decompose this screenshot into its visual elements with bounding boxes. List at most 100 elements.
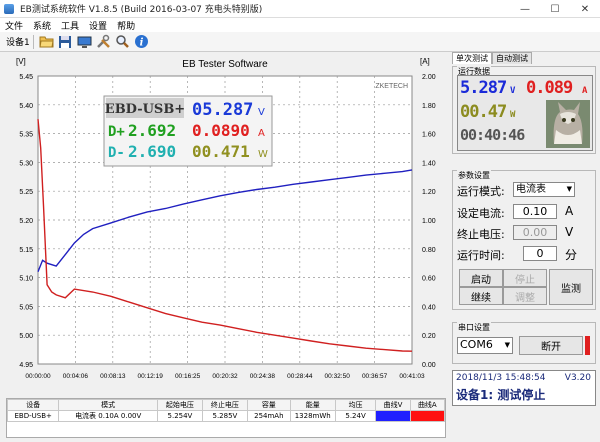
- right-tick-label: 0.20: [422, 333, 436, 340]
- maximize-icon[interactable]: ☐: [540, 0, 570, 18]
- x-tick-label: 00:16:25: [175, 373, 201, 380]
- display-voltage-value: 05.287: [192, 100, 253, 120]
- right-unit-label: [A]: [420, 57, 430, 66]
- x-tick-label: 00:20:32: [212, 373, 238, 380]
- col-header-capacity: 容量: [246, 399, 291, 411]
- info-icon[interactable]: i: [133, 33, 150, 50]
- table-row[interactable]: EBD-USB+ 电流表 0.10A 0.00V 5.254V 5.285V 2…: [6, 410, 446, 422]
- table-header-row: 设备 模式 起始电压 终止电压 容量 能量 均压 曲线V 曲线A: [6, 399, 446, 411]
- results-table: 设备 模式 起始电压 终止电压 容量 能量 均压 曲线V 曲线A EBD-USB…: [6, 398, 446, 438]
- port-settings-group: 串口设置 COM6 ▼ 断开: [452, 322, 596, 364]
- x-tick-label: 00:12:19: [138, 373, 164, 380]
- menu-tools[interactable]: 工具: [56, 19, 84, 32]
- display-current-unit: A: [258, 128, 265, 139]
- col-header-end-voltage: 终止电压: [201, 399, 248, 411]
- left-tick-label: 5.40: [19, 103, 33, 110]
- lcd-current: 0.089: [526, 78, 573, 98]
- mode-select-value: 电流表: [516, 184, 546, 195]
- save-icon[interactable]: [57, 33, 74, 50]
- folder-open-icon[interactable]: [38, 33, 55, 50]
- left-unit-label: [V]: [16, 57, 26, 66]
- cat-photo: [546, 100, 590, 148]
- cell-start-voltage: 5.254V: [156, 410, 203, 422]
- left-tick-label: 5.15: [19, 247, 33, 254]
- cell-avg-voltage: 5.24V: [334, 410, 377, 422]
- col-header-avg-voltage: 均压: [334, 399, 377, 411]
- right-tick-label: 1.20: [422, 189, 436, 196]
- right-tick-label: 1.40: [422, 160, 436, 167]
- lcd-voltage: 5.287: [460, 78, 507, 98]
- disconnect-button[interactable]: 断开: [519, 336, 583, 355]
- x-tick-label: 00:08:13: [100, 373, 126, 380]
- display-current-value: 0.0890: [192, 121, 250, 140]
- lcd-elapsed-time: 00:40:46: [460, 126, 525, 144]
- lcd-panel: 5.287 V 0.089 A 00.47 W 00:40:46: [457, 75, 593, 151]
- right-panel: 单次测试 自动测试 运行数据 5.287 V 0.089 A 00.47 W 0…: [448, 52, 600, 442]
- status-text: 设备1: 测试停止: [456, 388, 546, 402]
- tools-icon[interactable]: [95, 33, 112, 50]
- lcd-current-unit: A: [582, 86, 588, 96]
- left-tick-label: 5.20: [19, 218, 33, 225]
- continue-button[interactable]: 继续: [459, 287, 503, 305]
- mode-select[interactable]: 电流表 ▼: [513, 182, 575, 197]
- toolbar: 设备1 i: [0, 32, 600, 52]
- cell-end-voltage: 5.285V: [201, 410, 248, 422]
- run-time-input[interactable]: 0: [523, 246, 557, 261]
- left-tick-label: 5.45: [19, 74, 33, 81]
- menu-file[interactable]: 文件: [0, 19, 28, 32]
- tab-auto-test[interactable]: 自动测试: [492, 52, 532, 64]
- right-tick-label: 0.40: [422, 304, 436, 311]
- menu-help[interactable]: 帮助: [112, 19, 140, 32]
- monitor-icon[interactable]: [76, 33, 93, 50]
- stop-button[interactable]: 停止: [503, 269, 547, 287]
- right-tick-label: 0.80: [422, 247, 436, 254]
- monitor-button[interactable]: 监测: [549, 269, 593, 305]
- lcd-voltage-unit: V: [510, 86, 516, 96]
- right-tick-label: 0.60: [422, 276, 436, 283]
- curve-v-color-swatch[interactable]: [375, 410, 411, 422]
- watermark-text: ZKETECH: [375, 83, 408, 90]
- mode-label: 运行模式:: [457, 185, 505, 198]
- chevron-down-icon: ▼: [566, 185, 572, 193]
- display-voltage-unit: V: [258, 107, 265, 118]
- cell-mode: 电流表 0.10A 0.00V: [58, 410, 158, 422]
- voltage-current-chart: EB Tester Software [V] [A] ZKETECH 5.45 2…: [16, 57, 436, 380]
- left-tick-label: 5.35: [19, 132, 33, 139]
- connection-indicator: [585, 336, 590, 355]
- display-dplus-label: D+: [108, 124, 125, 140]
- menu-settings[interactable]: 设置: [84, 19, 112, 32]
- window-title: EB测试系统软件 V1.8.5 (Build 2016-03-07 充电头特别版…: [20, 5, 263, 15]
- port-select[interactable]: COM6 ▼: [457, 337, 513, 354]
- end-voltage-input[interactable]: 0.00: [513, 225, 557, 240]
- col-header-start-voltage: 起始电压: [156, 399, 203, 411]
- cell-capacity: 254mAh: [246, 410, 291, 422]
- adjust-button[interactable]: 调整: [503, 287, 547, 305]
- right-tick-label: 1.00: [422, 218, 436, 225]
- app-icon: [4, 3, 14, 14]
- right-tick-label: 1.60: [422, 132, 436, 139]
- chart-panel: EB Tester Software [V] [A] ZKETECH 5.45 2…: [0, 52, 448, 388]
- port-settings-title: 串口设置: [457, 322, 491, 333]
- svg-text:i: i: [139, 38, 143, 49]
- cell-device: EBD-USB+: [6, 410, 60, 422]
- left-tick-label: 5.00: [19, 333, 33, 340]
- left-tick-label: 5.10: [19, 276, 33, 283]
- start-button[interactable]: 启动: [459, 269, 503, 287]
- search-icon[interactable]: [114, 33, 131, 50]
- status-version: V3.20: [564, 373, 591, 383]
- lcd-power-unit: W: [510, 110, 516, 120]
- curve-a-color-swatch[interactable]: [409, 410, 446, 422]
- display-dminus-label: D-: [108, 145, 125, 161]
- x-tick-label: 00:00:00: [25, 373, 51, 380]
- x-tick-label: 00:28:44: [287, 373, 313, 380]
- end-voltage-unit: V: [565, 225, 574, 239]
- display-power-unit: W: [258, 149, 268, 160]
- display-dminus-value: 2.690: [128, 142, 176, 161]
- close-icon[interactable]: ✕: [570, 0, 600, 18]
- minimize-icon[interactable]: —: [510, 0, 540, 18]
- set-current-input[interactable]: 0.10: [513, 204, 557, 219]
- tab-single-test[interactable]: 单次测试: [452, 52, 492, 64]
- run-time-unit: 分: [565, 248, 578, 262]
- menu-system[interactable]: 系统: [28, 19, 56, 32]
- x-tick-label: 00:04:06: [63, 373, 89, 380]
